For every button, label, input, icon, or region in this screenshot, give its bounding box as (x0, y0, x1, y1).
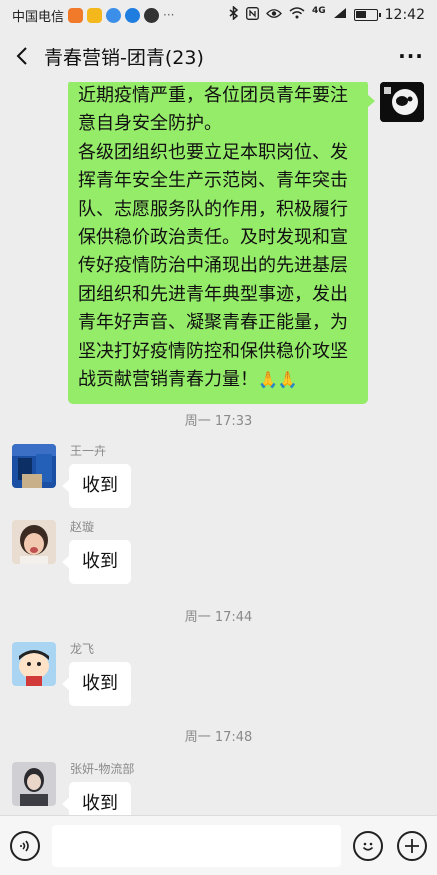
bluetooth-icon (229, 5, 239, 24)
browser-app-icon (106, 7, 122, 23)
video-app-icon (68, 7, 84, 23)
message-text: 收到 (82, 475, 118, 496)
self-avatar[interactable] (380, 82, 424, 122)
message-input[interactable] (52, 824, 341, 867)
sender-name: 赵璇 (70, 520, 95, 534)
message-row: 龙飞 收到 (12, 642, 432, 722)
input-bar (0, 815, 437, 875)
avatar[interactable] (12, 762, 56, 806)
more-options-button[interactable]: ··· (385, 30, 437, 82)
back-arrow-icon (16, 47, 27, 65)
eye-icon (266, 8, 282, 23)
sender-name: 龙飞 (70, 642, 95, 656)
message-row: 赵璇 收到 (12, 520, 432, 600)
voice-button[interactable] (10, 830, 40, 861)
smiley-icon (362, 842, 374, 851)
signal-icon (333, 7, 347, 23)
add-button[interactable] (397, 830, 427, 861)
sender-name: 王一卉 (70, 444, 107, 458)
wifi-icon (289, 7, 305, 23)
pray-emoji: 🙏🙏 (258, 370, 298, 390)
message-text: 收到 (82, 793, 118, 814)
voice-icon (20, 840, 29, 851)
timestamp: 周一 17:44 (184, 610, 253, 625)
message-row: 王一卉 收到 (12, 444, 432, 524)
avatar[interactable] (12, 444, 56, 488)
network-type-label: 4G (311, 6, 326, 16)
self-message-bubble[interactable]: 近期疫情严重，各位团员青年要注意自身安全防护。 各级团组织也要立足本职岗位、发挥… (68, 82, 375, 405)
back-button[interactable] (0, 30, 44, 82)
message-bubble[interactable]: 收到 (62, 782, 131, 815)
message-text: 收到 (82, 673, 118, 694)
chat-app-icon (144, 7, 160, 23)
self-message-text: 近期疫情严重，各位团员青年要注意自身安全防护。 各级团组织也要立足本职岗位、发挥… (78, 85, 348, 391)
battery-icon (353, 9, 381, 21)
carrier-label: 中国电信 (12, 9, 65, 25)
avatar[interactable] (12, 520, 56, 564)
plus-icon (405, 838, 419, 853)
clock: 12:42 (384, 7, 425, 23)
sender-name: 张妍-物流部 (70, 762, 135, 776)
timestamp: 周一 17:33 (184, 414, 253, 429)
message-text: 收到 (82, 551, 118, 572)
timestamp: 周一 17:48 (184, 730, 253, 745)
nfc-icon (246, 6, 259, 24)
chat-title: 青春营销-团青(23) (44, 46, 204, 69)
avatar[interactable] (12, 642, 56, 686)
more-notifications-icon: ··· (163, 8, 175, 22)
more-icon: ··· (398, 44, 424, 68)
chat-message-list[interactable]: 近期疫情严重，各位团员青年要注意自身安全防护。 各级团组织也要立足本职岗位、发挥… (0, 82, 437, 815)
battery-fill (355, 11, 366, 18)
message-bubble[interactable]: 收到 (62, 540, 131, 584)
message-bubble[interactable]: 收到 (62, 464, 131, 508)
emoji-button[interactable] (353, 830, 383, 861)
message-row: 张妍-物流部 收到 (12, 762, 432, 815)
message-bubble[interactable]: 收到 (62, 662, 131, 706)
status-bar: 中国电信 ··· 4G 12:42 (0, 0, 437, 30)
chat-header: 青春营销-团青(23) ··· (0, 30, 437, 82)
weibo-app-icon (125, 7, 141, 23)
mail-app-icon (87, 7, 103, 23)
